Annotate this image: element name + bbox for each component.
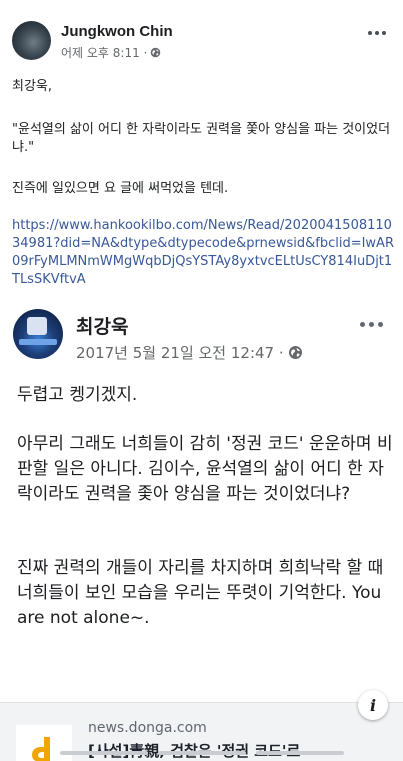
shared-post[interactable]: 최강욱 2017년 5월 21일 오전 12:47 · 두렵고 켕기겠지. 아무…: [0, 298, 403, 761]
info-icon: i: [369, 695, 377, 715]
globe-icon: [288, 346, 302, 359]
preview-domain: news.donga.com: [88, 720, 207, 736]
facebook-post: Jungkwon Chin 어제 오후 8:11 · 최강욱, "윤석열의 삶이…: [0, 0, 403, 761]
post-time[interactable]: 어제 오후 8:11 ·: [61, 44, 147, 61]
shared-line-1: 두렵고 켕기겠지.: [17, 385, 138, 405]
shared-author-name[interactable]: 최강욱: [76, 312, 128, 339]
preview-thumbnail: [16, 725, 72, 761]
donga-logo-icon: [32, 737, 50, 761]
scroll-indicator: [60, 751, 344, 755]
shared-author-avatar[interactable]: [13, 309, 63, 359]
post-meta: 어제 오후 8:11 ·: [61, 44, 161, 61]
post-paragraph-3: 진즉에 일있으면 요 글에 써먹었을 텐데.: [12, 181, 229, 196]
shared-paragraph-2: 아무리 그래도 너희들이 감히 '정권 코드' 운운하며 비판할 일은 아니다.…: [17, 434, 393, 504]
shared-post-time[interactable]: 2017년 5월 21일 오전 12:47 ·: [76, 342, 284, 363]
post-paragraph-2: "윤석열의 삶이 어디 한 자락이라도 권력을 쫓아 양심을 파는 것이었더냐.…: [12, 122, 391, 155]
more-options-icon: [368, 31, 372, 35]
info-button[interactable]: i: [358, 690, 388, 720]
shared-post-meta: 2017년 5월 21일 오전 12:47 ·: [76, 342, 303, 363]
shared-paragraph-3: 진짜 권력의 개들이 자리를 차지하며 희희낙락 할 때 너희들이 보인 모습을…: [17, 558, 384, 628]
post-header: Jungkwon Chin 어제 오후 8:11 ·: [0, 0, 403, 62]
author-avatar[interactable]: [12, 21, 51, 60]
more-options-icon: [359, 321, 365, 327]
globe-icon: [151, 47, 161, 58]
article-link[interactable]: https://www.hankookilbo.com/News/Read/20…: [12, 217, 397, 289]
author-name[interactable]: Jungkwon Chin: [61, 23, 173, 40]
post-paragraph-1: 최강욱,: [12, 79, 53, 94]
more-options-button[interactable]: [364, 26, 390, 40]
shared-more-options-button[interactable]: [356, 316, 386, 332]
